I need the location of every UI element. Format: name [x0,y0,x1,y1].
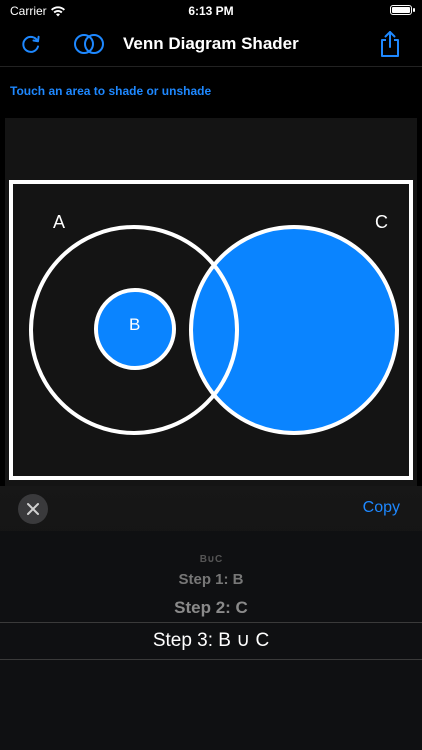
clear-button[interactable] [18,494,48,524]
venn-diagram: A B C [9,180,413,480]
two-circles-icon [74,34,104,54]
label-b: B [129,315,140,334]
label-c: C [375,212,388,232]
instruction-text: Touch an area to shade or unshade [10,84,212,98]
share-icon [381,31,399,57]
picker-item-step-3-selected[interactable]: Step 3: B ∪ C [0,622,422,660]
bottom-area: Copy B∪C Step 1: B Step 2: C Step 3: B ∪… [0,486,422,750]
navigation-bar: Venn Diagram Shader [0,22,422,67]
picker-item-expression[interactable]: B∪C [0,554,422,565]
refresh-icon [22,35,40,53]
share-button[interactable] [374,28,406,60]
close-icon [27,503,39,515]
status-time: 6:13 PM [188,4,234,18]
status-bar: Carrier 6:13 PM [0,0,422,22]
page-title: Venn Diagram Shader [123,34,299,53]
picker-item-step-2[interactable]: Step 2: C [0,598,422,618]
steps-picker[interactable]: B∪C Step 1: B Step 2: C Step 3: B ∪ C [0,531,422,750]
copy-button[interactable]: Copy [363,499,400,517]
venn-diagram-panel: A B C [5,118,417,486]
battery-icon [390,5,415,15]
picker-item-step-1[interactable]: Step 1: B [0,571,422,588]
refresh-button[interactable] [15,28,47,60]
label-a: A [53,212,65,232]
venn-mode-button[interactable] [71,28,107,60]
